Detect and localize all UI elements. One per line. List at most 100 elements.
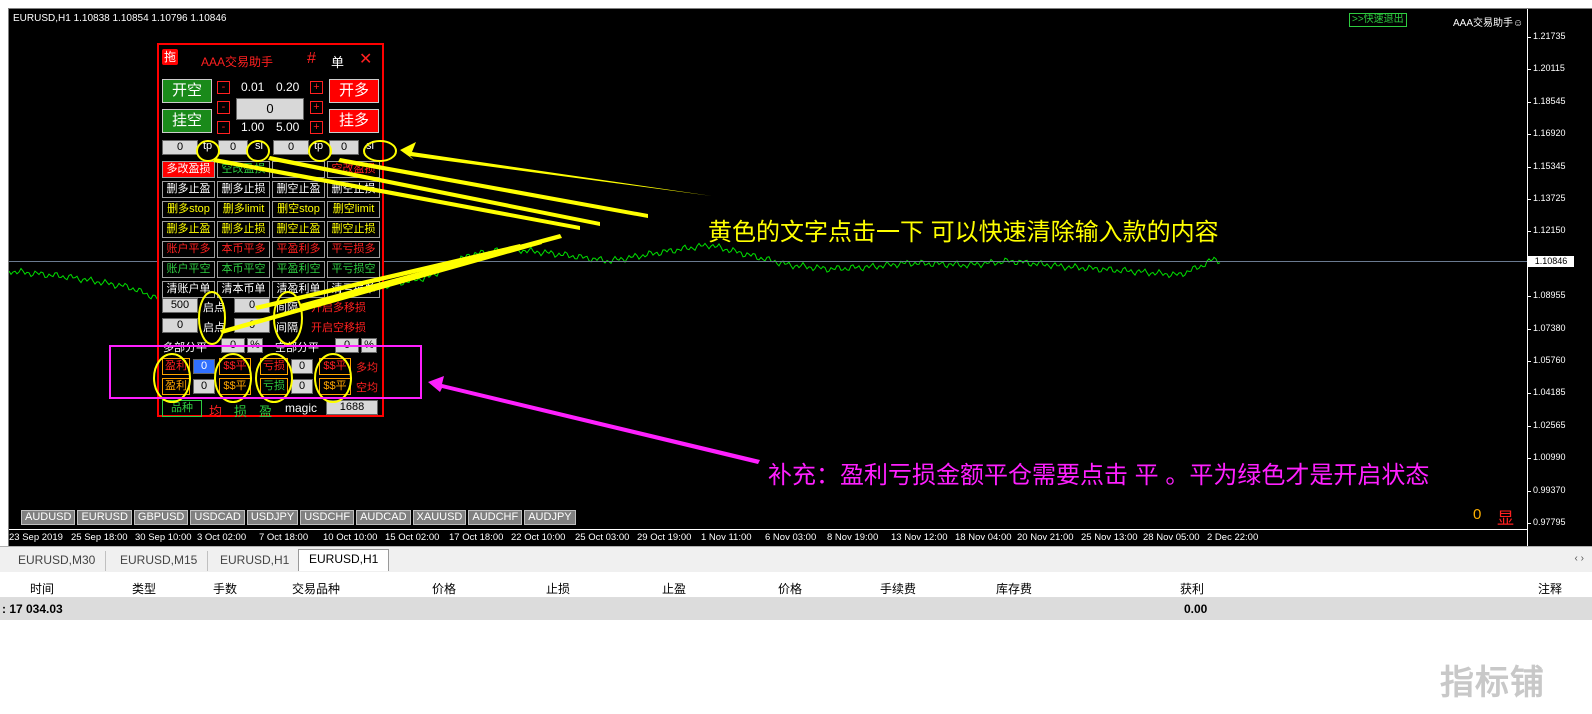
panel-action-button-4-3[interactable]: 平亏损多 [327,241,380,258]
symbol-button-usdchf[interactable]: USDCHF [300,510,355,525]
column-header[interactable]: 价格 [432,580,456,597]
column-header[interactable]: 手数 [213,580,237,597]
panel-action-button-3-1[interactable]: 删多止损 [217,221,270,238]
mode-average[interactable]: 均 [209,401,222,420]
short-profit-close-button[interactable]: $$平 [219,378,251,395]
column-header[interactable]: 类型 [132,580,156,597]
display-toggle-button[interactable]: 显 [1497,504,1514,529]
long-interval-label[interactable]: 间隔 [276,299,298,315]
balance-row[interactable]: : 17 034.03 0.00 [0,598,1592,620]
short-profit-input[interactable]: 0 [193,379,215,394]
short-sl-input[interactable]: 0 [329,140,359,155]
symbol-button-audcad[interactable]: AUDCAD [356,510,411,525]
panel-action-button-0-3[interactable]: 空改盈损 [327,161,380,178]
symbol-button-audusd[interactable]: AUDUSD [21,510,76,525]
step-large[interactable]: 5.00 [276,120,299,134]
tab-scroll-arrows[interactable]: ‹ › [1575,553,1584,564]
panel-action-button-4-0[interactable]: 账户平多 [162,241,215,258]
long-loss-close-button[interactable]: $$平 [319,358,351,375]
pending-long-button[interactable]: 挂多 [329,109,379,133]
mode-loss[interactable]: 损 [234,401,247,420]
panel-action-button-0-0[interactable]: 多改盈损 [162,161,215,178]
panel-action-button-2-2[interactable]: 删空stop [272,201,325,218]
panel-action-button-2-3[interactable]: 删空limit [327,201,380,218]
panel-action-button-3-0[interactable]: 删多止盈 [162,221,215,238]
step-minus[interactable]: - [217,121,230,134]
long-interval-input[interactable]: 0 [234,298,270,313]
lot-minus-top[interactable]: - [217,81,230,94]
chart-tab[interactable]: EURUSD,M30 [8,551,107,571]
long-partial-label[interactable]: 多部分平 [163,339,207,355]
long-start-input[interactable]: 500 [162,298,198,313]
chart-tab[interactable]: EURUSD,M15 [110,551,209,571]
short-start-label[interactable]: 启点 [203,319,225,335]
panel-action-button-1-0[interactable]: 删多止盈 [162,181,215,198]
column-header[interactable]: 止损 [546,580,570,597]
panel-action-button-3-2[interactable]: 删空止盈 [272,221,325,238]
step-plus[interactable]: + [310,121,323,134]
short-tp-input[interactable]: 0 [273,140,309,155]
hash-button[interactable]: # [307,50,316,68]
mode-profit[interactable]: 盈 [259,401,272,420]
long-tp-label[interactable]: tp [203,140,212,152]
short-interval-input[interactable]: 0 [234,318,270,333]
panel-action-button-1-1[interactable]: 删多止损 [217,181,270,198]
lot-plus-mid[interactable]: + [310,101,323,114]
panel-action-button-6-0[interactable]: 清账户单 [162,281,215,298]
symbol-button-eurusd[interactable]: EURUSD [77,510,132,525]
column-header[interactable]: 手续费 [880,580,916,597]
single-button[interactable]: 单 [331,52,344,71]
column-header[interactable]: 时间 [30,580,54,597]
panel-action-button-4-1[interactable]: 本币平多 [217,241,270,258]
long-profit-label[interactable]: 盈利 [162,358,190,375]
panel-action-button-2-0[interactable]: 删多stop [162,201,215,218]
long-tp-input[interactable]: 0 [162,140,198,155]
short-tp-label[interactable]: tp [314,140,323,152]
open-short-button[interactable]: 开空 [162,79,212,103]
lot-small[interactable]: 0.01 [241,80,264,94]
symbol-button-xauusd[interactable]: XAUUSD [412,510,467,525]
symbol-toggle-button[interactable]: 品种 [162,400,202,417]
column-header[interactable]: 交易品种 [292,580,340,597]
magic-input[interactable]: 1688 [326,400,378,415]
quick-exit-button[interactable]: >>快速退出 [1349,13,1407,27]
close-icon[interactable]: ✕ [359,49,372,69]
symbol-button-audjpy[interactable]: AUDJPY [524,510,576,525]
drag-handle-icon[interactable]: 拖 [162,49,178,65]
short-loss-label[interactable]: 亏损 [260,378,288,395]
chart-tab[interactable]: EURUSD,H1 [210,551,301,571]
symbol-button-gbpusd[interactable]: GBPUSD [133,510,189,525]
column-header[interactable]: 止盈 [662,580,686,597]
long-profit-input[interactable]: 0 [193,359,215,374]
lot-large[interactable]: 0.20 [276,80,299,94]
long-loss-input[interactable]: 0 [291,359,313,374]
panel-action-button-6-3[interactable]: 清亏损单 [327,281,380,298]
step-small[interactable]: 1.00 [241,120,264,134]
long-loss-label[interactable]: 亏损 [260,358,288,375]
long-partial-input[interactable]: 0 [221,338,245,353]
short-partial-input[interactable]: 0 [335,338,359,353]
panel-action-button-2-1[interactable]: 删多limit [217,201,270,218]
panel-action-button-6-1[interactable]: 清本币单 [217,281,270,298]
short-loss-close-button[interactable]: $$平 [319,378,351,395]
lot-plus-top[interactable]: + [310,81,323,94]
panel-action-button-4-2[interactable]: 平盈利多 [272,241,325,258]
chart-tab[interactable]: EURUSD,H1 [298,549,390,571]
short-loss-input[interactable]: 0 [291,379,313,394]
long-start-label[interactable]: 启点 [203,299,225,315]
column-header[interactable]: 库存费 [996,580,1032,597]
short-partial-label[interactable]: 空部分平 [275,339,319,355]
short-sl-label[interactable]: sl [366,140,374,152]
column-header[interactable]: 价格 [778,580,802,597]
pending-short-button[interactable]: 挂空 [162,109,212,133]
panel-action-button-5-1[interactable]: 本币平空 [217,261,270,278]
short-start-input[interactable]: 0 [162,318,198,333]
panel-action-button-3-3[interactable]: 删空止损 [327,221,380,238]
long-sl-label[interactable]: sl [255,140,263,152]
open-long-button[interactable]: 开多 [329,79,379,103]
trail-long-button[interactable]: 开启多移损 [311,299,366,315]
column-header[interactable]: 获利 [1180,580,1204,597]
panel-action-button-1-3[interactable]: 删空止损 [327,181,380,198]
symbol-button-usdjpy[interactable]: USDJPY [246,510,299,525]
panel-action-button-5-2[interactable]: 平盈利空 [272,261,325,278]
